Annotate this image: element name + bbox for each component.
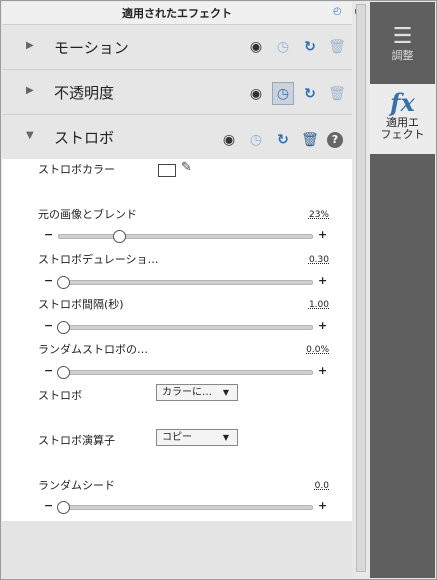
random-strobe-minus[interactable]: −	[44, 364, 53, 377]
blend-minus[interactable]: −	[44, 228, 53, 241]
interval-slider-track[interactable]	[58, 325, 313, 330]
panel-empty-area	[2, 521, 352, 578]
eye-icon[interactable]: ◉	[247, 85, 265, 103]
fx-icon: fx	[390, 88, 415, 117]
interval-plus[interactable]: +	[318, 319, 327, 332]
section-strobe[interactable]: ▼ ストロボ ◉ ◷ ↻ 🗑 ?	[2, 115, 352, 160]
duration-slider-thumb[interactable]	[57, 276, 70, 289]
panel-header: 適用されたエフェクト ◴ ▸▸	[2, 2, 365, 25]
random-strobe-plus[interactable]: +	[318, 364, 327, 377]
vertical-scrollbar[interactable]	[356, 4, 366, 572]
help-icon[interactable]: ?	[327, 132, 343, 148]
right-tool-bar: ☰ 調整 fx 適用エ フェクト	[370, 2, 435, 578]
blend-label: 元の画像とブレンド	[38, 208, 137, 221]
section-label: モーション	[54, 39, 129, 57]
blend-slider-track[interactable]	[58, 234, 313, 239]
adjust-label: 調整	[391, 49, 414, 62]
stopwatch-icon[interactable]: ◷	[274, 85, 292, 103]
applied-effects-tab[interactable]: fx 適用エ フェクト	[370, 84, 435, 154]
strobe-operator-select[interactable]: コピー ▼	[156, 429, 238, 446]
random-seed-plus[interactable]: +	[318, 499, 327, 512]
interval-minus[interactable]: −	[44, 319, 53, 332]
stopwatch-icon[interactable]: ◷	[274, 38, 292, 56]
random-strobe-slider-thumb[interactable]	[57, 366, 70, 379]
random-seed-value[interactable]: 0.0	[315, 481, 329, 491]
duration-slider-track[interactable]	[58, 280, 313, 285]
reset-icon[interactable]: ↻	[274, 131, 292, 149]
stopwatch-menu-icon[interactable]: ◴	[333, 6, 342, 17]
strobe-type-select[interactable]: カラーに… ▼	[156, 384, 238, 401]
stopwatch-icon[interactable]: ◷	[247, 131, 265, 149]
section-opacity[interactable]: ▶ 不透明度 ◉ ◷ ↻ 🗑	[2, 70, 352, 115]
strobe-type-value: カラーに…	[162, 387, 212, 398]
collapse-triangle-icon[interactable]: ▼	[26, 130, 34, 141]
strobe-operator-label: ストロボ演算子	[38, 434, 115, 447]
eyedropper-icon[interactable]: ✎	[181, 160, 192, 175]
blend-plus[interactable]: +	[318, 228, 327, 241]
random-seed-minus[interactable]: −	[44, 499, 53, 512]
random-strobe-slider-track[interactable]	[58, 370, 313, 375]
random-seed-slider-track[interactable]	[58, 505, 313, 510]
dropdown-arrow-icon: ▼	[222, 388, 229, 397]
random-seed-slider-thumb[interactable]	[57, 501, 70, 514]
strobe-operator-value: コピー	[162, 432, 192, 443]
eye-icon[interactable]: ◉	[247, 38, 265, 56]
strobe-type-label: ストロボ	[38, 389, 82, 402]
expand-triangle-icon[interactable]: ▶	[26, 85, 34, 96]
strobe-color-label: ストロボカラー	[38, 163, 115, 176]
duration-plus[interactable]: +	[318, 274, 327, 287]
section-motion[interactable]: ▶ モーション ◉ ◷ ↻ 🗑	[2, 25, 352, 70]
applied-label-line2: フェクト	[380, 128, 425, 141]
interval-value[interactable]: 1.00	[309, 300, 329, 310]
trash-icon[interactable]: 🗑	[301, 131, 319, 149]
random-strobe-value[interactable]: 0.0%	[306, 345, 329, 355]
interval-label: ストロボ間隔(秒)	[38, 298, 124, 311]
expand-triangle-icon[interactable]: ▶	[26, 40, 34, 51]
section-label: ストロボ	[54, 129, 115, 147]
duration-minus[interactable]: −	[44, 274, 53, 287]
reset-icon[interactable]: ↻	[301, 38, 319, 56]
section-label: 不透明度	[54, 84, 115, 102]
strobe-color-swatch[interactable]	[158, 164, 176, 177]
adjust-tab[interactable]: ☰ 調整	[370, 24, 435, 76]
duration-value[interactable]: 0.30	[309, 255, 329, 265]
random-strobe-label: ランダムストロボの…	[38, 343, 148, 356]
reset-icon[interactable]: ↻	[301, 85, 319, 103]
trash-icon[interactable]: 🗑	[328, 38, 346, 56]
sliders-icon: ☰	[392, 24, 413, 49]
interval-slider-thumb[interactable]	[57, 321, 70, 334]
eye-icon[interactable]: ◉	[220, 131, 238, 149]
dropdown-arrow-icon: ▼	[222, 433, 229, 442]
trash-icon[interactable]: 🗑	[328, 85, 346, 103]
panel-title: 適用されたエフェクト	[122, 7, 232, 20]
duration-label: ストロボデュレーショ…	[38, 253, 159, 266]
blend-value[interactable]: 23%	[309, 210, 329, 220]
random-seed-label: ランダムシード	[38, 479, 115, 492]
